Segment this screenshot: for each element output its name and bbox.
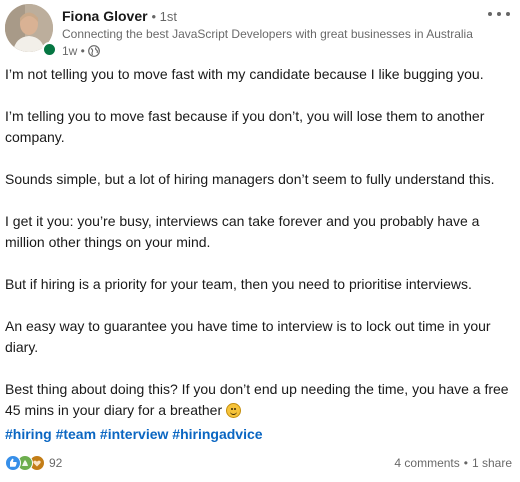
post-time: 1w • (62, 44, 85, 58)
hashtag-link[interactable]: #interview (100, 426, 168, 442)
more-dot-icon (497, 12, 501, 16)
separator-dot: • (463, 456, 468, 470)
author-name[interactable]: Fiona Glover (62, 8, 148, 24)
hashtag-link[interactable]: #hiringadvice (172, 426, 262, 442)
like-icon (5, 455, 21, 471)
feed-post: Fiona Glover • 1st Connecting the best J… (0, 0, 520, 482)
post-paragraph: An easy way to guarantee you have time t… (5, 318, 491, 355)
globe-icon (87, 45, 100, 57)
smiling-face-emoji-icon (226, 403, 241, 418)
more-dot-icon (506, 12, 510, 16)
comments-count-link[interactable]: 4 comments (394, 456, 459, 470)
post-paragraph: But if hiring is a priority for your tea… (5, 276, 472, 292)
author-headline: Connecting the best JavaScript Developer… (62, 27, 473, 41)
post-meta: 1w • (62, 44, 100, 58)
post-header: Fiona Glover • 1st Connecting the best J… (5, 4, 520, 58)
hashtag-link[interactable]: #team (56, 426, 96, 442)
post-paragraph-text: Best thing about doing this? If you don’… (5, 381, 509, 418)
hashtag-link[interactable]: #hiring (5, 426, 52, 442)
post-paragraph: I’m not telling you to move fast with my… (5, 66, 484, 82)
more-dot-icon (488, 12, 492, 16)
post-paragraph: Sounds simple, but a lot of hiring manag… (5, 171, 495, 187)
post-paragraph: I get it you: you’re busy, interviews ca… (5, 213, 480, 250)
engagement-counts: 4 comments • 1 share (394, 456, 512, 470)
connection-degree: • 1st (151, 9, 177, 24)
post-paragraph-last: Best thing about doing this? If you don’… (5, 379, 510, 421)
shares-count-link[interactable]: 1 share (472, 456, 512, 470)
hashtag-list: #hiring #team #interview #hiringadvice (5, 426, 263, 442)
more-options-button[interactable] (488, 6, 510, 22)
online-status-indicator (42, 42, 57, 57)
social-counts-bar: 92 4 comments • 1 share (5, 453, 512, 473)
reaction-count: 92 (49, 456, 63, 470)
author-line: Fiona Glover • 1st (62, 8, 177, 24)
reactions-summary[interactable]: 92 (5, 455, 62, 471)
post-body: I’m not telling you to move fast with my… (5, 64, 510, 442)
post-paragraph: I’m telling you to move fast because if … (5, 108, 485, 145)
